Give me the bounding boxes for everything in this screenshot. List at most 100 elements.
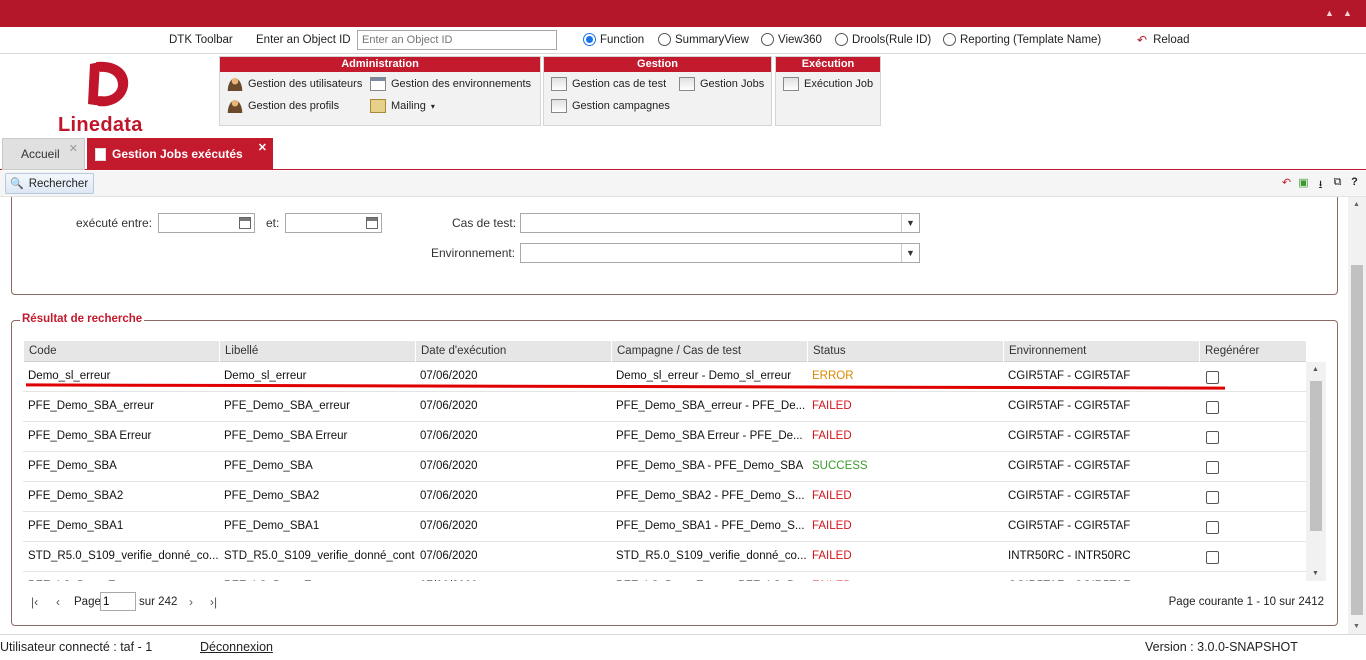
- export-icon[interactable]: ▣: [1298, 176, 1309, 195]
- tab-accueil[interactable]: Accueil ✕: [2, 138, 85, 170]
- results-grid: Code Libellé Date d'exécution Campagne /…: [23, 341, 1326, 581]
- radio-icon: [835, 33, 848, 46]
- regenerate-checkbox[interactable]: [1206, 431, 1219, 444]
- menu-item-jobs[interactable]: Gestion Jobs: [679, 77, 764, 91]
- test-case-select[interactable]: ▼: [520, 213, 920, 233]
- first-page-icon[interactable]: |‹: [31, 595, 38, 609]
- window-icon[interactable]: ⧉: [1332, 176, 1343, 195]
- cell-date: 07/06/2020: [415, 572, 611, 581]
- last-page-icon[interactable]: ›|: [210, 595, 217, 609]
- cell-date: 07/06/2020: [420, 460, 478, 472]
- menu-gestion-title: Gestion: [544, 57, 771, 72]
- scroll-up-icon[interactable]: ▲: [1312, 366, 1319, 373]
- menu-item-mailing[interactable]: Mailing ▾: [370, 99, 435, 113]
- column-header-date[interactable]: Date d'exécution: [415, 341, 611, 362]
- menu-item-campaigns[interactable]: Gestion campagnes: [551, 99, 670, 113]
- menu-gestion: Gestion Gestion cas de test Gestion Jobs…: [543, 56, 772, 126]
- regenerate-checkbox[interactable]: [1206, 551, 1219, 564]
- table-row[interactable]: PFE_Demo_SBA PFE_Demo_SBA 07/06/2020 PFE…: [23, 452, 1306, 482]
- cell-campaign: PFE_Demo_SBA - PFE_Demo_SBA: [616, 460, 804, 472]
- window-icon: [551, 77, 567, 91]
- object-id-input[interactable]: [357, 30, 557, 50]
- radio-summaryview[interactable]: SummaryView: [658, 33, 749, 46]
- page-scrollbar[interactable]: ▲ ▼: [1348, 197, 1366, 634]
- scroll-down-icon[interactable]: ▼: [1353, 623, 1360, 630]
- column-header-label[interactable]: Libellé: [219, 341, 415, 362]
- radio-drools[interactable]: Drools(Rule ID): [835, 33, 931, 46]
- table-row[interactable]: PFE_LS_DemoErreur PFE_LS_DemoErreur 07/0…: [23, 572, 1306, 581]
- cell-status: FAILED: [812, 490, 852, 502]
- menu-item-profiles[interactable]: Gestion des profils: [227, 99, 339, 113]
- menu-item-users[interactable]: Gestion des utilisateurs: [227, 77, 362, 91]
- next-page-icon[interactable]: ›: [189, 595, 193, 609]
- page-scroll-thumb[interactable]: [1351, 265, 1363, 615]
- table-row[interactable]: PFE_Demo_SBA1 PFE_Demo_SBA1 07/06/2020 P…: [23, 512, 1306, 542]
- window-icon: [370, 77, 386, 91]
- page-number-input[interactable]: [100, 592, 136, 611]
- dtk-toolbar: DTK Toolbar Enter an Object ID Function …: [0, 27, 1366, 54]
- chevron-down-icon[interactable]: ▼: [901, 214, 919, 232]
- logout-link[interactable]: Déconnexion: [200, 640, 273, 654]
- linedata-logo[interactable]: Linedata: [58, 56, 168, 136]
- document-icon: [95, 147, 106, 161]
- tool-icons: ↶ ▣ ⭳ ⧉ ?: [1281, 176, 1360, 195]
- cell-status: FAILED: [812, 550, 852, 562]
- table-row[interactable]: PFE_Demo_SBA Erreur PFE_Demo_SBA Erreur …: [23, 422, 1306, 452]
- restore-icon[interactable]: ▲: [1343, 8, 1352, 18]
- scroll-down-icon[interactable]: ▼: [1312, 570, 1319, 577]
- scroll-up-icon[interactable]: ▲: [1353, 201, 1360, 208]
- menu-administration-title: Administration: [220, 57, 540, 72]
- minimize-icon[interactable]: ▲: [1325, 8, 1334, 18]
- environment-label: Environnement:: [431, 246, 516, 260]
- search-criteria-panel: exécuté entre: et: Cas de test: ▼ Enviro…: [11, 197, 1338, 295]
- table-row[interactable]: PFE_Demo_SBA2 PFE_Demo_SBA2 07/06/2020 P…: [23, 482, 1306, 512]
- menu-item-execute-job[interactable]: Exécution Job: [783, 77, 873, 91]
- page-info: Page courante 1 - 10 sur 2412: [1168, 596, 1324, 608]
- close-icon[interactable]: ✕: [69, 142, 78, 155]
- regenerate-checkbox[interactable]: [1206, 521, 1219, 534]
- menu-item-test-cases[interactable]: Gestion cas de test: [551, 77, 666, 91]
- date-from-input[interactable]: [158, 213, 255, 233]
- cell-label: PFE_Demo_SBA1: [224, 520, 320, 532]
- table-row[interactable]: PFE_Demo_SBA_erreur PFE_Demo_SBA_erreur …: [23, 392, 1306, 422]
- radio-function[interactable]: Function: [583, 33, 644, 46]
- calendar-icon[interactable]: [239, 217, 251, 229]
- grid-scrollbar[interactable]: ▲ ▼: [1306, 362, 1326, 581]
- close-icon[interactable]: ✕: [258, 141, 267, 154]
- table-row[interactable]: STD_R5.0_S109_verifie_donné_co... STD_R5…: [23, 542, 1306, 572]
- grid-scroll-thumb[interactable]: [1310, 381, 1322, 531]
- regenerate-checkbox[interactable]: [1206, 371, 1219, 384]
- calendar-icon[interactable]: [366, 217, 378, 229]
- cell-environment: CGIR5TAF - CGIR5TAF: [1008, 460, 1131, 472]
- results-panel: Résultat de recherche Code Libellé Date …: [11, 313, 1338, 626]
- column-header-regenerate[interactable]: Regénérer: [1199, 341, 1306, 362]
- cell-code: PFE_Demo_SBA2: [28, 490, 124, 502]
- environment-select[interactable]: ▼: [520, 243, 920, 263]
- menu-item-environments[interactable]: Gestion des environnements: [370, 77, 531, 91]
- column-header-campaign[interactable]: Campagne / Cas de test: [611, 341, 807, 362]
- help-icon[interactable]: ?: [1349, 176, 1360, 195]
- cell-code: Demo_sl_erreur: [28, 370, 111, 382]
- test-case-label: Cas de test:: [452, 216, 517, 230]
- regenerate-checkbox[interactable]: [1206, 491, 1219, 504]
- regenerate-checkbox[interactable]: [1206, 401, 1219, 414]
- radio-reporting[interactable]: Reporting (Template Name): [943, 33, 1101, 46]
- cell-code: PFE_Demo_SBA Erreur: [28, 430, 152, 442]
- previous-page-icon[interactable]: ‹: [56, 595, 60, 609]
- radio-icon: [658, 33, 671, 46]
- search-icon: 🔍: [10, 178, 24, 190]
- chevron-down-icon[interactable]: ▼: [901, 244, 919, 262]
- undo-icon[interactable]: ↶: [1281, 176, 1292, 195]
- radio-view360[interactable]: View360: [761, 33, 822, 46]
- tab-gestion-jobs-executes[interactable]: Gestion Jobs exécutés ✕: [87, 138, 273, 170]
- column-header-status[interactable]: Status: [807, 341, 1003, 362]
- column-header-environment[interactable]: Environnement: [1003, 341, 1199, 362]
- regenerate-checkbox[interactable]: [1206, 461, 1219, 474]
- reload-button[interactable]: ↶ Reload: [1137, 33, 1190, 47]
- cell-campaign: PFE_LS_DemoErreur - PFE_LS_D...: [611, 572, 807, 581]
- column-header-code[interactable]: Code: [23, 341, 219, 362]
- cell-date: 07/06/2020: [420, 550, 478, 562]
- download-icon[interactable]: ⭳: [1315, 176, 1326, 195]
- search-button[interactable]: 🔍 Rechercher: [5, 173, 95, 194]
- date-to-input[interactable]: [285, 213, 382, 233]
